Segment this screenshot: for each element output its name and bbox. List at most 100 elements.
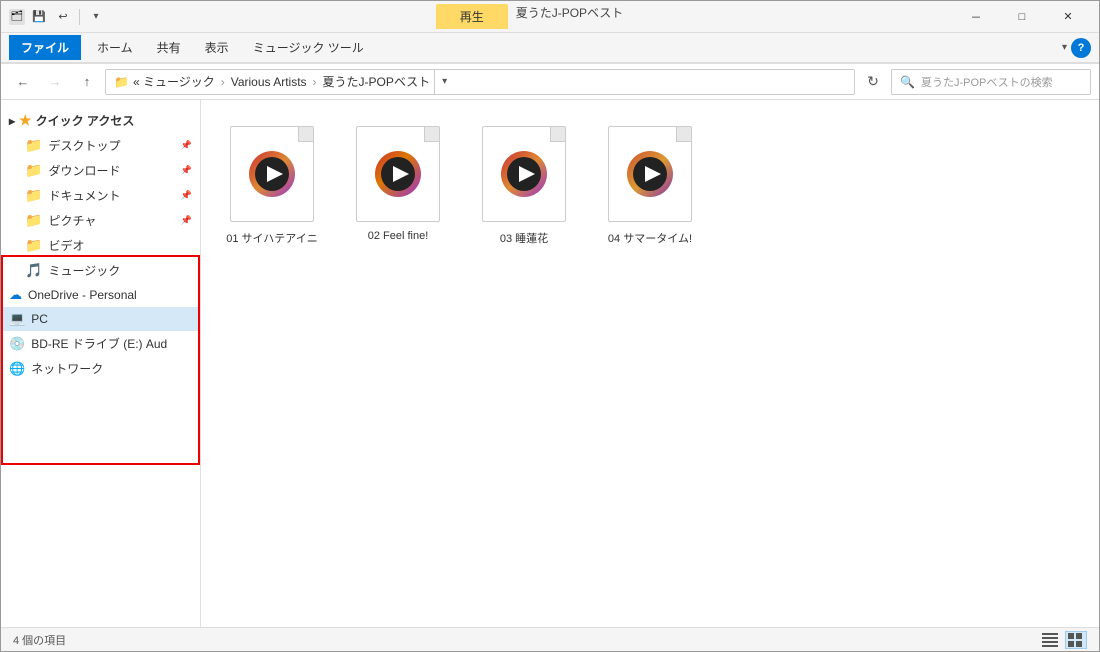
minimize-button[interactable]: － bbox=[953, 1, 999, 33]
forward-button[interactable]: → bbox=[41, 68, 69, 96]
pc-icon: 💻 bbox=[9, 311, 25, 327]
title-tab[interactable]: 再生 bbox=[436, 4, 508, 29]
quick-access-chevron-icon: ▸ bbox=[9, 114, 15, 128]
sidebar-label-pc: PC bbox=[31, 312, 48, 326]
sidebar-item-onedrive[interactable]: ☁ OneDrive - Personal bbox=[1, 283, 200, 307]
sidebar: ▸ ★ クイック アクセス 📁 デスクトップ 📌 📁 ダウンロード 📌 📁 ドキ… bbox=[1, 100, 201, 627]
folder-icon-music: 🎵 bbox=[25, 262, 42, 279]
play-overlay-01 bbox=[248, 150, 296, 198]
ribbon-right: ▾ ? bbox=[1062, 38, 1091, 58]
ribbon: ファイル ホーム 共有 表示 ミュージック ツール ▾ ? bbox=[1, 33, 1099, 64]
address-bar-area: ← → ↑ 📁 « ミュージック › Various Artists › 夏うた… bbox=[1, 64, 1099, 100]
address-folder-icon: 📁 bbox=[114, 75, 129, 89]
play-overlay-03 bbox=[500, 150, 548, 198]
file-thumbnail-04 bbox=[605, 124, 695, 224]
star-icon: ★ bbox=[19, 112, 32, 129]
media-icon-04 bbox=[626, 150, 674, 198]
tab-file[interactable]: ファイル bbox=[9, 35, 81, 60]
sidebar-item-network[interactable]: 🌐 ネットワーク bbox=[1, 356, 200, 381]
folder-icon-videos: 📁 bbox=[25, 237, 42, 254]
sidebar-label-music: ミュージック bbox=[48, 262, 120, 279]
folder-icon-downloads: 📁 bbox=[25, 162, 42, 179]
sidebar-label-onedrive: OneDrive - Personal bbox=[28, 288, 137, 302]
qat-more-button[interactable]: ▾ bbox=[86, 7, 106, 27]
sidebar-item-documents[interactable]: 📁 ドキュメント 📌 bbox=[1, 183, 200, 208]
file-item-04[interactable]: 04 サマータイム! bbox=[595, 116, 705, 254]
address-path-album[interactable]: 夏うたJ-POPベスト bbox=[323, 73, 431, 90]
folder-icon-documents: 📁 bbox=[25, 187, 42, 204]
back-button[interactable]: ← bbox=[9, 68, 37, 96]
title-bar-left: 🗂 💾 ↩ ▾ bbox=[9, 7, 106, 27]
ribbon-collapse-icon[interactable]: ▾ bbox=[1062, 42, 1067, 53]
sidebar-item-pictures[interactable]: 📁 ピクチャ 📌 bbox=[1, 208, 200, 233]
sidebar-item-desktop[interactable]: 📁 デスクトップ 📌 bbox=[1, 133, 200, 158]
view-large-button[interactable] bbox=[1065, 631, 1087, 649]
save-qat-button[interactable]: 💾 bbox=[29, 7, 49, 27]
pin-icon-documents: 📌 bbox=[181, 190, 192, 201]
play-overlay-04 bbox=[626, 150, 674, 198]
sidebar-item-bd-drive[interactable]: 💿 BD-RE ドライブ (E:) Aud bbox=[1, 331, 200, 356]
window-title: 夏うたJ-POPベスト bbox=[516, 4, 624, 29]
address-dropdown-button[interactable]: ▾ bbox=[434, 69, 454, 95]
search-bar[interactable]: 🔍 夏うたJ-POPベストの検索 bbox=[891, 69, 1091, 95]
window-controls: － □ ✕ bbox=[953, 1, 1091, 33]
maximize-button[interactable]: □ bbox=[999, 1, 1045, 33]
play-overlay-02 bbox=[374, 150, 422, 198]
sidebar-section-quick-access[interactable]: ▸ ★ クイック アクセス bbox=[1, 108, 200, 133]
close-button[interactable]: ✕ bbox=[1045, 1, 1091, 33]
address-path-music[interactable]: « ミュージック bbox=[133, 73, 215, 90]
file-item-03[interactable]: 03 睡蓮花 bbox=[469, 116, 579, 254]
sidebar-item-music[interactable]: 🎵 ミュージック bbox=[1, 258, 200, 283]
folder-icon-pictures: 📁 bbox=[25, 212, 42, 229]
up-button[interactable]: ↑ bbox=[73, 68, 101, 96]
sidebar-label-desktop: デスクトップ bbox=[48, 137, 120, 154]
quick-access-label: クイック アクセス bbox=[36, 112, 135, 129]
tab-view[interactable]: 表示 bbox=[193, 35, 241, 60]
file-label-03: 03 睡蓮花 bbox=[500, 230, 548, 246]
title-bar-center: 再生 夏うたJ-POPベスト bbox=[106, 4, 953, 29]
help-button[interactable]: ? bbox=[1071, 38, 1091, 58]
status-count: 4 個の項目 bbox=[13, 632, 66, 648]
address-sep1: › bbox=[221, 75, 225, 89]
sidebar-label-bd-drive: BD-RE ドライブ (E:) Aud bbox=[31, 335, 167, 352]
window: 🗂 💾 ↩ ▾ 再生 夏うたJ-POPベスト － □ ✕ ファイル ホーム 共有… bbox=[0, 0, 1100, 652]
title-bar: 🗂 💾 ↩ ▾ 再生 夏うたJ-POPベスト － □ ✕ bbox=[1, 1, 1099, 33]
sidebar-label-downloads: ダウンロード bbox=[48, 162, 120, 179]
tab-home[interactable]: ホーム bbox=[85, 35, 145, 60]
status-bar: 4 個の項目 bbox=[1, 627, 1099, 651]
pin-icon-downloads: 📌 bbox=[181, 165, 192, 176]
sidebar-item-videos[interactable]: 📁 ビデオ bbox=[1, 233, 200, 258]
file-item-02[interactable]: 02 Feel fine! bbox=[343, 116, 453, 254]
cloud-icon: ☁ bbox=[9, 287, 22, 303]
sidebar-label-pictures: ピクチャ bbox=[48, 212, 96, 229]
address-bar[interactable]: 📁 « ミュージック › Various Artists › 夏うたJ-POPベ… bbox=[105, 69, 855, 95]
status-right bbox=[1039, 631, 1087, 649]
address-path-artists[interactable]: Various Artists bbox=[231, 75, 307, 89]
sidebar-item-pc[interactable]: 💻 PC bbox=[1, 307, 200, 331]
view-large-icon bbox=[1068, 633, 1084, 647]
sidebar-label-network: ネットワーク bbox=[31, 360, 103, 377]
view-list-icon bbox=[1042, 633, 1058, 647]
sidebar-label-videos: ビデオ bbox=[48, 237, 84, 254]
file-area: 01 サイハテアイニ bbox=[201, 100, 1099, 627]
address-sep2: › bbox=[313, 75, 317, 89]
undo-qat-button[interactable]: ↩ bbox=[53, 7, 73, 27]
refresh-button[interactable]: ↻ bbox=[859, 68, 887, 96]
view-list-button[interactable] bbox=[1039, 631, 1061, 649]
pin-icon-desktop: 📌 bbox=[181, 140, 192, 151]
network-icon: 🌐 bbox=[9, 361, 25, 377]
pin-icon-pictures: 📌 bbox=[181, 215, 192, 226]
app-icon: 🗂 bbox=[9, 9, 25, 25]
sidebar-item-downloads[interactable]: 📁 ダウンロード 📌 bbox=[1, 158, 200, 183]
file-label-04: 04 サマータイム! bbox=[608, 230, 692, 246]
media-icon-01 bbox=[248, 150, 296, 198]
search-icon: 🔍 bbox=[900, 75, 915, 89]
file-item-01[interactable]: 01 サイハテアイニ bbox=[217, 116, 327, 254]
media-icon-02 bbox=[374, 150, 422, 198]
tab-music-tools[interactable]: ミュージック ツール bbox=[241, 35, 376, 60]
file-thumbnail-01 bbox=[227, 124, 317, 224]
search-placeholder: 夏うたJ-POPベストの検索 bbox=[921, 74, 1053, 90]
tab-share[interactable]: 共有 bbox=[145, 35, 193, 60]
ribbon-tabs: ファイル ホーム 共有 表示 ミュージック ツール ▾ ? bbox=[1, 33, 1099, 63]
file-label-02: 02 Feel fine! bbox=[368, 230, 429, 242]
